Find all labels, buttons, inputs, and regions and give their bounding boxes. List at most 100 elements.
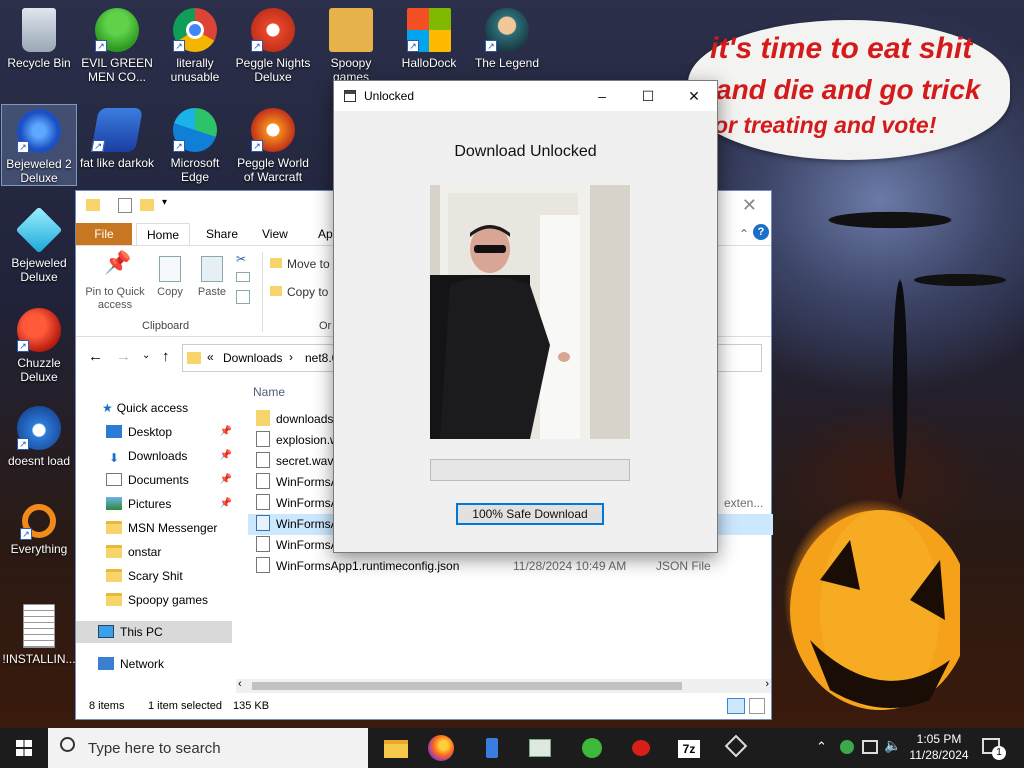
large-icons-view-icon[interactable] [749, 698, 765, 714]
nav-item-scary-shit[interactable]: Scary Shit [106, 565, 183, 587]
close-icon[interactable]: ✕ [742, 195, 757, 216]
desktop-icon-legend[interactable]: ↗ The Legend of Zilda [469, 4, 545, 70]
cut-icon[interactable]: ✂ [236, 252, 246, 266]
file-icon [256, 473, 270, 489]
maximize-button[interactable]: ☐ [625, 81, 671, 111]
close-button[interactable]: ✕ [671, 81, 717, 111]
details-view-icon[interactable] [727, 698, 745, 714]
copy-button[interactable]: Copy [152, 256, 188, 299]
7zip-taskbar-icon[interactable]: 7z [672, 732, 704, 764]
angry-bird-taskbar-icon[interactable] [624, 732, 656, 764]
nav-label: Network [120, 657, 165, 671]
copy-to-button[interactable]: Copy to [270, 286, 328, 300]
usb-drive-taskbar-icon[interactable] [476, 732, 508, 764]
dialog-heading: Download Unlocked [454, 143, 597, 160]
app-window-taskbar-icon[interactable] [524, 732, 556, 764]
nav-item-msn-messenger[interactable]: MSN Messenger [106, 517, 217, 539]
notification-center-button[interactable]: 1 [980, 736, 1006, 760]
start-button[interactable] [0, 728, 48, 768]
file-date: 11/28/2024 10:49 AM [513, 559, 627, 573]
nav-item-network[interactable]: Network [98, 653, 164, 675]
desktop-icon-everything[interactable]: ↗ Everything [1, 500, 77, 556]
paste-shortcut-icon[interactable] [236, 290, 250, 304]
file-explorer-taskbar-icon[interactable] [380, 732, 412, 764]
dialog-titlebar[interactable]: Unlocked – ☐ ✕ [334, 81, 717, 111]
file-name: secret.wav [276, 454, 334, 468]
folder-icon [106, 521, 122, 534]
chevron-down-icon[interactable]: ▾ [162, 197, 167, 208]
breadcrumb-downloads[interactable]: Downloads [223, 351, 282, 365]
nav-item-documents[interactable]: Documents 📌 [106, 469, 232, 491]
scrollbar-thumb[interactable] [252, 682, 682, 690]
messenger-taskbar-icon[interactable] [576, 732, 608, 764]
column-header-name[interactable]: Name [253, 385, 285, 399]
tab-home[interactable]: Home [136, 223, 191, 245]
mpl-icon: ↗ [91, 108, 143, 152]
desktop-icon-bejeweled-2[interactable]: ↗ Bejeweled 2 Deluxe [1, 104, 77, 186]
volume-icon[interactable]: 🔈 [884, 737, 901, 754]
desktop-icon-edge[interactable]: ↗ Microsoft Edge [157, 104, 233, 184]
up-arrow-icon[interactable]: ↑ [162, 348, 170, 365]
desktop-icon-hallodock[interactable]: ↗ HalloDock [391, 4, 467, 70]
desktop-icon-label: Microsoft Edge [170, 156, 220, 184]
tab-file[interactable]: File [76, 223, 132, 245]
unlocked-dialog[interactable]: Unlocked – ☐ ✕ Download Unlocked 100% Sa… [333, 80, 718, 553]
nav-item-desktop[interactable]: Desktop 📌 [106, 421, 232, 443]
chevron-up-icon[interactable]: ⌃ [816, 739, 827, 755]
taskbar-search-box[interactable]: Type here to search [48, 728, 368, 768]
desktop-icon-peggle-world[interactable]: ↗ Peggle World of Warcraft [235, 104, 311, 184]
pictures-icon [106, 497, 122, 510]
desktop-icon-fat-like-darkok[interactable]: ↗ fat like darkok [79, 104, 155, 170]
desktop-icon-literally-unusable[interactable]: ↗ literally unusable [157, 4, 233, 84]
forward-arrow-icon[interactable]: → [116, 348, 131, 365]
desktop-icon-peggle-nights[interactable]: ↗ Peggle Nights Deluxe [235, 4, 311, 84]
desktop-icon-bejeweled[interactable]: Bejeweled Deluxe [1, 204, 77, 284]
horizontal-scrollbar[interactable]: ‹ › [236, 678, 771, 693]
file-row[interactable]: WinFormsApp1.runtimeconfig.json 11/28/20… [248, 556, 773, 577]
multi-window-taskbar-icon[interactable] [722, 732, 754, 764]
desktop-icon-chuzzle[interactable]: ↗ Chuzzle Deluxe [1, 304, 77, 384]
minimize-button[interactable]: – [579, 81, 625, 111]
nav-item-onstar[interactable]: onstar [106, 541, 161, 563]
system-clock[interactable]: 1:05 PM 11/28/2024 [904, 731, 974, 763]
progress-bar [430, 459, 630, 481]
tab-share[interactable]: Share [196, 223, 248, 245]
desktop-icon-installing[interactable]: !INSTALLIN... [1, 600, 77, 666]
chuzzle-icon: ↗ [17, 308, 61, 352]
pin-icon: 📌 [219, 426, 232, 437]
copy-path-icon[interactable] [236, 272, 250, 282]
move-to-button[interactable]: Move to [270, 258, 330, 272]
nav-label: Scary Shit [128, 569, 183, 583]
desktop-icon-doesnt-load[interactable]: ↗ doesnt load [1, 402, 77, 468]
properties-icon[interactable] [118, 198, 132, 213]
file-type: JSON File [656, 559, 711, 573]
chevron-right-icon[interactable]: › [765, 678, 769, 690]
nav-item-pictures[interactable]: Pictures 📌 [106, 493, 232, 515]
chevron-left-icon[interactable]: ‹ [238, 678, 242, 690]
back-arrow-icon[interactable]: ← [88, 348, 103, 365]
paste-button[interactable]: Paste [192, 256, 232, 299]
desktop-icon-spoopy-games[interactable]: Spoopy games [313, 4, 389, 84]
desktop-icon-evil-green-men[interactable]: ↗ EVIL GREEN MEN CO... [79, 4, 155, 84]
people-icon[interactable] [840, 740, 854, 754]
tab-view[interactable]: View [252, 223, 298, 245]
help-icon[interactable]: ? [753, 224, 769, 240]
nav-label: Documents [128, 473, 189, 487]
nav-quick-access[interactable]: ★ Quick access [102, 397, 188, 419]
chevron-up-icon[interactable]: ⌃ [739, 227, 749, 241]
nav-label: Spoopy games [128, 593, 209, 607]
new-folder-icon[interactable] [140, 199, 154, 211]
nav-item-downloads[interactable]: ⬇ Downloads 📌 [106, 445, 232, 467]
breadcrumb-overflow[interactable]: « [207, 350, 214, 364]
desktop-icon-recycle-bin[interactable]: Recycle Bin [1, 4, 77, 70]
nav-label: Quick access [116, 401, 189, 415]
network-icon[interactable] [862, 740, 878, 754]
breadcrumb-separator-icon[interactable]: › [289, 350, 293, 364]
nav-item-spoopy-games[interactable]: Spoopy games [106, 589, 208, 611]
nav-item-this-pc[interactable]: This PC [76, 621, 232, 643]
network-icon [98, 657, 114, 670]
chevron-down-icon[interactable]: ⌄ [142, 350, 150, 361]
pin-to-quick-access-button[interactable]: 📌 Pin to Quick access [82, 252, 148, 312]
firefox-taskbar-icon[interactable] [428, 735, 454, 761]
safe-download-button[interactable]: 100% Safe Download [456, 503, 604, 525]
